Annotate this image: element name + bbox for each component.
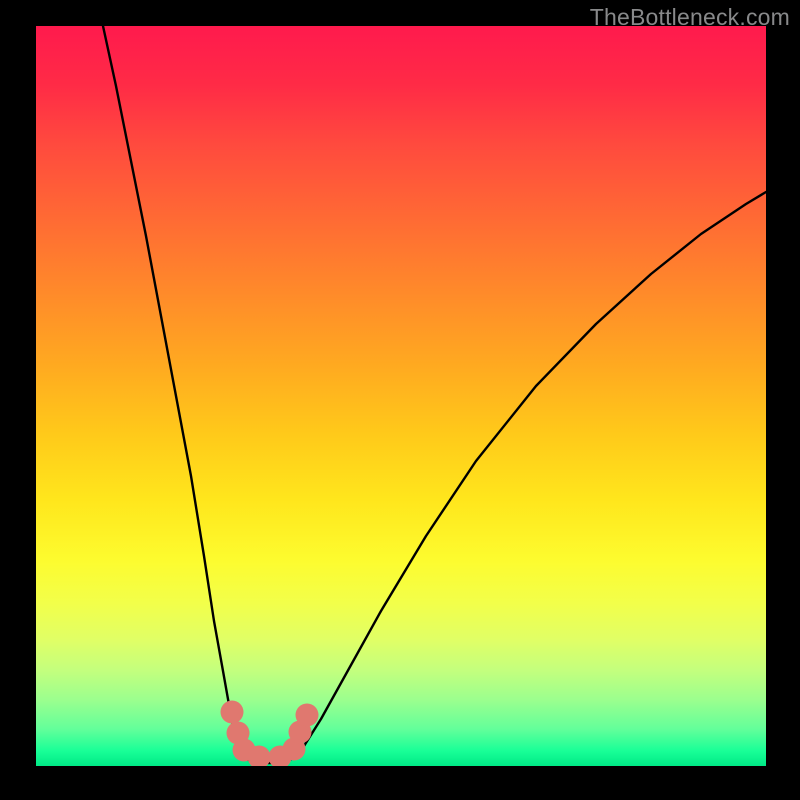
plot-area	[36, 26, 766, 766]
watermark-text: TheBottleneck.com	[590, 4, 790, 31]
marker-dots	[221, 701, 319, 767]
marker-dot	[296, 704, 319, 727]
plot-svg	[36, 26, 766, 766]
bottleneck-curve	[103, 26, 766, 763]
marker-dot	[221, 701, 244, 724]
chart-frame: TheBottleneck.com	[0, 0, 800, 800]
